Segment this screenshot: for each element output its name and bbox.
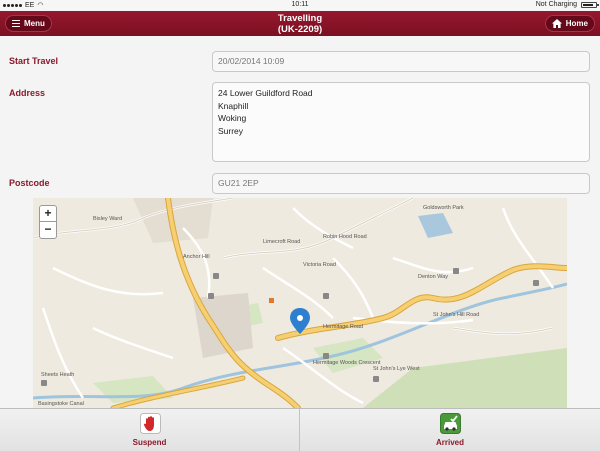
map-label: St John's Hill Road [433, 312, 479, 318]
map-canvas[interactable]: Bisley Ward Goldsworth Park Limecroft Ro… [33, 198, 567, 408]
map-label: Robin Hood Road [323, 234, 367, 240]
page-title: Travelling (UK-2209) [0, 13, 600, 35]
home-button[interactable]: Home [544, 15, 595, 32]
map-label: Goldsworth Park [423, 205, 464, 211]
status-right: Not Charging [535, 1, 599, 8]
stop-hand-icon [140, 413, 161, 434]
map-label: Anchor Hill [183, 254, 210, 260]
suspend-button[interactable]: Suspend [0, 409, 300, 451]
address-line: Knaphill [218, 100, 249, 111]
status-bar: EE ◠ 10:11 Not Charging [0, 0, 600, 11]
start-travel-label: Start Travel [9, 56, 59, 66]
map-label: Victoria Road [303, 262, 336, 268]
battery-fill [583, 3, 593, 6]
address-label: Address [9, 88, 46, 98]
address-line: Surrey [218, 125, 244, 136]
address-line: 24 Lower Guildford Road [218, 88, 313, 98]
map-label: St John's Lye West [373, 366, 420, 372]
postcode-label: Postcode [9, 178, 50, 188]
address-field[interactable]: 24 Lower Guildford Road Knaphill Woking … [212, 82, 590, 162]
map-label: Limecroft Road [263, 239, 300, 245]
park-area [93, 376, 173, 403]
car-check-icon [440, 413, 461, 434]
status-time: 10:11 [291, 1, 309, 8]
battery-status: Not Charging [535, 1, 577, 8]
map-label: Basingstoke Canal [38, 401, 84, 407]
postcode-field[interactable]: GU21 2EP [212, 173, 590, 194]
page-title-line2: (UK-2209) [277, 24, 323, 35]
home-icon [551, 19, 562, 28]
address-line: Woking [218, 113, 247, 123]
start-travel-field[interactable]: 20/02/2014 10:09 [212, 51, 590, 72]
map-label: Sheets Heath [41, 372, 74, 378]
navigation-bar: Menu Travelling (UK-2209) Home [0, 11, 600, 36]
home-button-label: Home [565, 19, 588, 28]
woodland-area [363, 348, 567, 408]
map-label: Hermitage Road [323, 324, 363, 330]
zoom-out-button[interactable]: − [39, 222, 57, 239]
map-label: Bisley Ward [93, 216, 122, 222]
page-title-line1: Travelling [277, 13, 323, 24]
map-label: Hermitage Woods Crescent [313, 360, 381, 366]
map-label: Denton Way [418, 274, 448, 280]
arrived-button[interactable]: Arrived [300, 409, 600, 451]
bottom-action-bar: Suspend Arrived [0, 408, 600, 451]
battery-icon [581, 1, 599, 8]
lake [418, 213, 453, 238]
map-view[interactable]: Bisley Ward Goldsworth Park Limecroft Ro… [33, 198, 567, 408]
zoom-in-button[interactable]: + [39, 205, 57, 222]
suspend-button-label: Suspend [132, 438, 167, 447]
arrived-button-label: Arrived [435, 438, 464, 447]
